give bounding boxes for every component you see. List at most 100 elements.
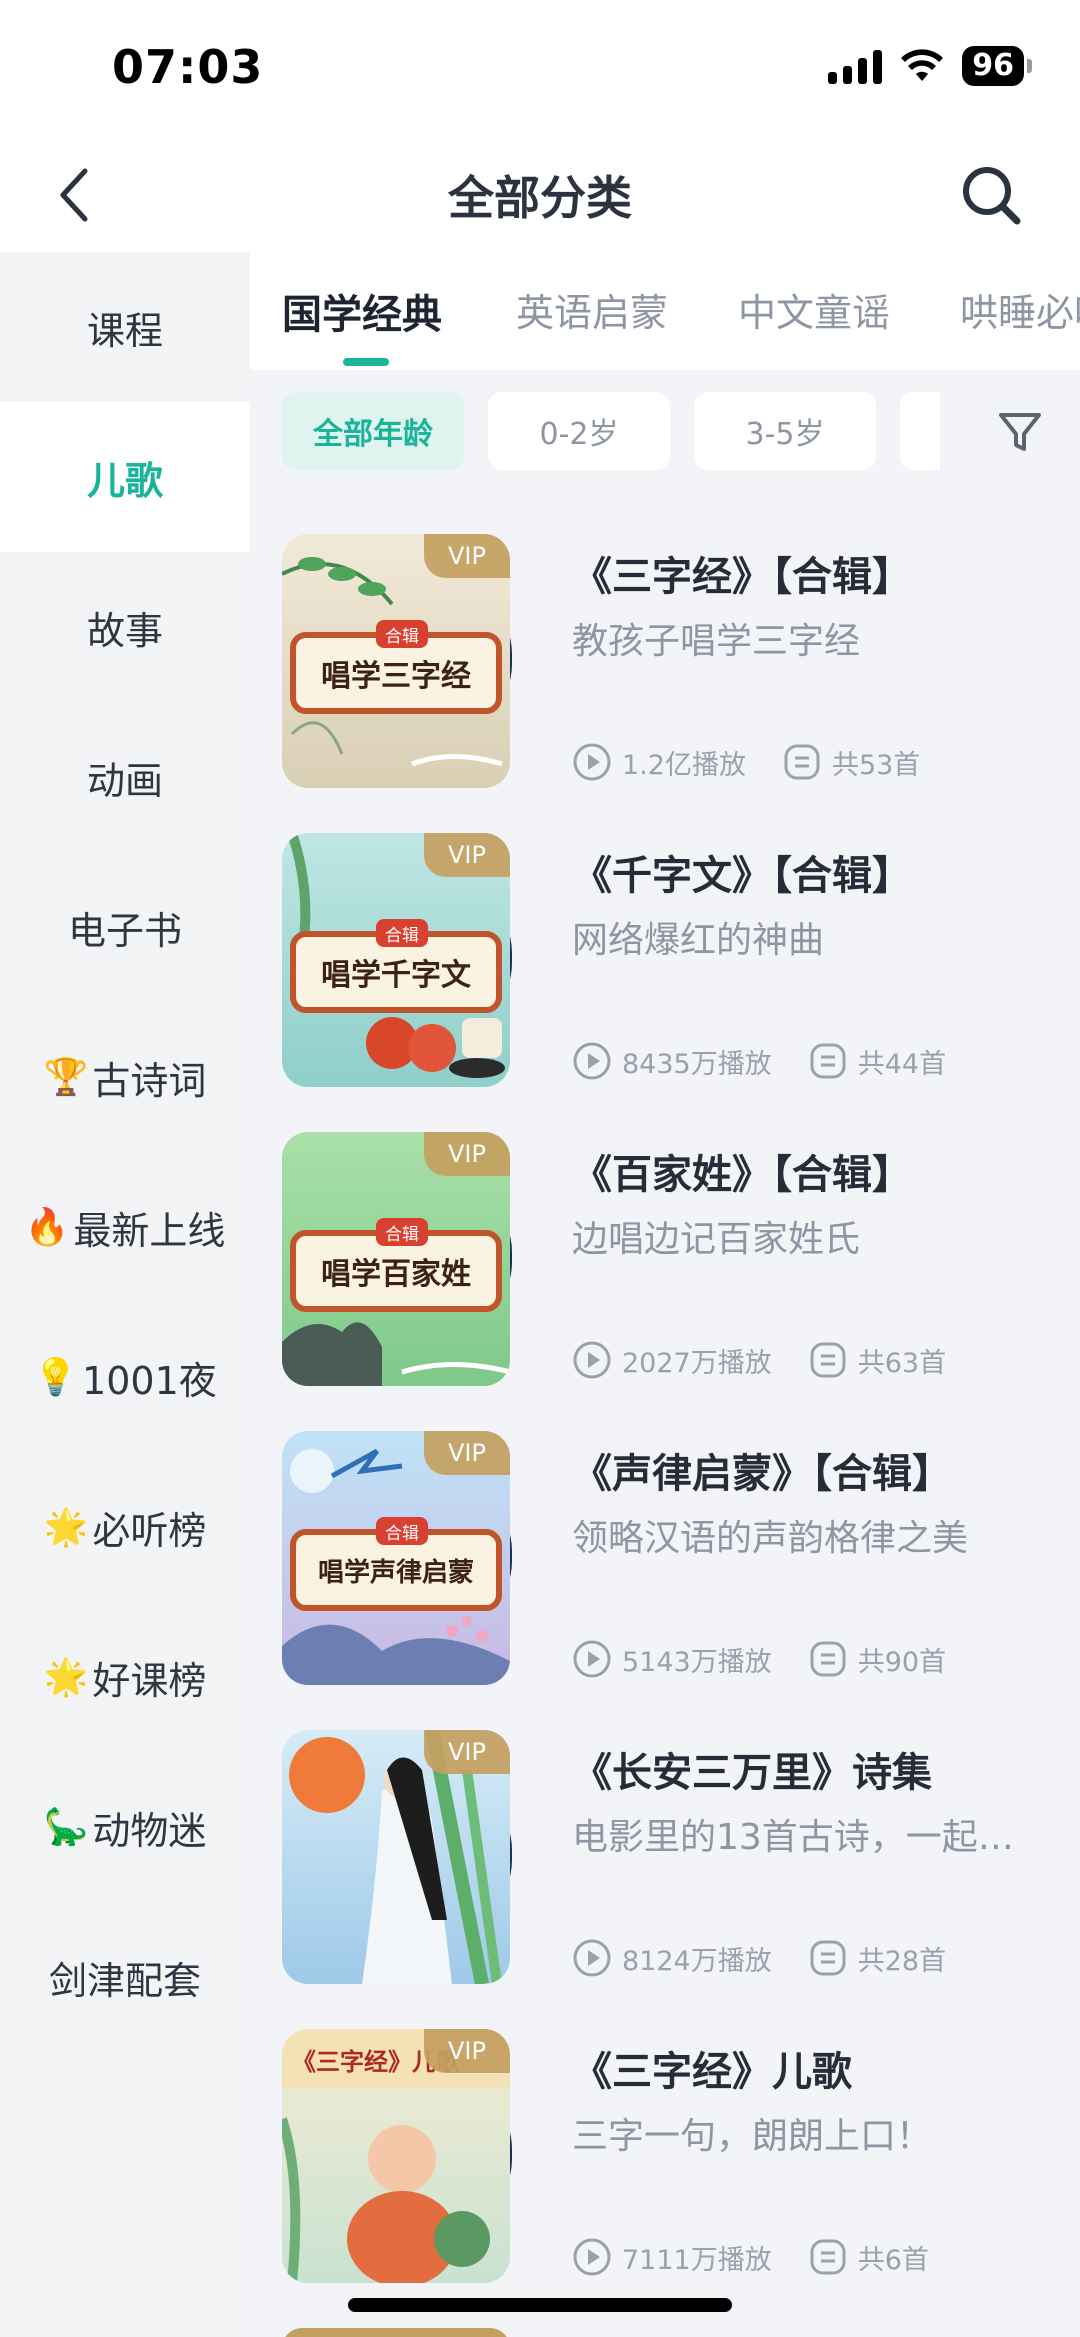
sidebar-item-nursery-rhymes[interactable]: 儿歌	[0, 402, 250, 552]
album-title: 《千字文》【合辑】	[572, 853, 912, 899]
dinosaur-icon: 🦕	[43, 1807, 89, 1848]
sidebar-item-stories[interactable]: 故事	[0, 552, 250, 702]
cover-banner: 合辑 唱学百家姓	[290, 1218, 502, 1312]
album-meta: 8435万播放 共44首	[572, 1041, 946, 1081]
album-cover: 《三字经》儿歌 VIP	[282, 2029, 510, 2283]
play-circle-icon	[572, 2237, 612, 2277]
sidebar-item-animal-fans[interactable]: 🦕 动物迷	[0, 1752, 250, 1902]
play-count: 1.2亿播放	[622, 749, 746, 781]
sidebar-item-classical-poetry[interactable]: 🏆 古诗词	[0, 1002, 250, 1152]
playlist-icon	[808, 2237, 848, 2277]
album-meta: 7111万播放 共6首	[572, 2237, 929, 2277]
album-cover: VIP	[282, 1730, 510, 1984]
cover-banner: 合辑 唱学声律启蒙	[290, 1517, 502, 1611]
playlist-icon	[808, 1639, 848, 1679]
vip-badge: VIP	[424, 1730, 510, 1774]
album-cover: 合辑 唱学声律启蒙 VIP	[282, 1431, 510, 1685]
age-chip-0-2[interactable]: 0-2岁	[488, 392, 670, 470]
age-chip-3-5[interactable]: 3-5岁	[694, 392, 876, 470]
status-bar: 07:03 96	[0, 0, 1080, 140]
play-circle-icon	[572, 1938, 612, 1978]
sidebar-item-ebooks[interactable]: 电子书	[0, 852, 250, 1002]
nav-bar: 全部分类	[0, 140, 1080, 252]
play-circle-icon	[572, 742, 612, 782]
track-count: 共53首	[831, 749, 921, 781]
tab-chinese-rhymes[interactable]: 中文童谣	[738, 282, 890, 337]
album-description: 边唱边记百家姓氏	[572, 1219, 861, 1260]
status-icons: 96	[828, 46, 1032, 86]
album-item[interactable]: VIP 《长安三万里》诗集 电影里的13首古诗，一起学起来 8124万播放 共2…	[282, 1730, 1062, 1990]
playlist-icon	[782, 742, 822, 782]
playlist-icon	[808, 1938, 848, 1978]
tab-chinese-classics[interactable]: 国学经典	[282, 282, 442, 340]
status-time: 07:03	[112, 40, 264, 94]
album-item[interactable]: 合辑 唱学千字文 VIP 《千字文》【合辑】 网络爆红的神曲 8435万播放 共…	[282, 833, 1062, 1093]
album-item[interactable]: 《三字经》儿歌 VIP 《三字经》儿歌 三字一句，朗朗上口！ 7111万播放 共…	[282, 2029, 1062, 2289]
sidebar-item-animation[interactable]: 动画	[0, 702, 250, 852]
wifi-icon	[901, 49, 944, 81]
age-filter-row: 全部年龄 0-2岁 3-5岁 6	[250, 370, 1080, 500]
cover-banner: 合辑 唱学三字经	[290, 620, 502, 714]
category-sidebar: 课程 儿歌 故事 动画 电子书 🏆 古诗词 🔥 最新上线 💡 1001夜 🌟 必听榜 🌟…	[0, 252, 250, 2337]
play-count: 8435万播放	[622, 1048, 772, 1080]
sidebar-item-top-courses[interactable]: 🌟 好课榜	[0, 1602, 250, 1752]
cover-banner: 合辑 唱学千字文	[290, 919, 502, 1013]
play-count: 8124万播放	[622, 1945, 772, 1977]
vip-badge: VIP	[424, 1431, 510, 1475]
album-description: 三字一句，朗朗上口！	[572, 2116, 933, 2157]
play-count: 5143万播放	[622, 1646, 772, 1678]
track-count: 共6首	[857, 2244, 929, 2276]
battery-level: 96	[962, 46, 1024, 86]
search-button[interactable]	[946, 150, 1036, 240]
tab-bedtime[interactable]: 哄睡必听	[960, 282, 1080, 337]
album-description: 电影里的13首古诗，一起学起来	[572, 1817, 1042, 1858]
subcategory-tabs: 国学经典 英语启蒙 中文童谣 哄睡必听	[250, 252, 1080, 370]
age-chip-all[interactable]: 全部年龄	[282, 392, 464, 470]
kids-illustration-icon	[282, 2117, 490, 2283]
sidebar-item-cambridge-companion[interactable]: 剑津配套	[0, 1902, 250, 2052]
star-icon: 🌟	[43, 1657, 89, 1698]
album-cover: 合辑 唱学百家姓 VIP	[282, 1132, 510, 1386]
tab-english-enlightenment[interactable]: 英语启蒙	[516, 282, 668, 337]
cellular-signal-icon	[828, 48, 883, 84]
play-count: 2027万播放	[622, 1347, 772, 1379]
play-circle-icon	[572, 1340, 612, 1380]
album-item[interactable]: 合辑 唱学声律启蒙 VIP 《声律启蒙》【合辑】 领略汉语的声韵格律之美 514…	[282, 1431, 1062, 1691]
album-title: 《长安三万里》诗集	[572, 1750, 932, 1796]
trophy-icon: 🏆	[43, 1057, 89, 1098]
track-count: 共28首	[857, 1945, 947, 1977]
sidebar-item-new-releases[interactable]: 🔥 最新上线	[0, 1152, 250, 1302]
album-title: 《百家姓》【合辑】	[572, 1152, 912, 1198]
active-tab-indicator	[343, 358, 389, 366]
album-meta: 2027万播放 共63首	[572, 1340, 946, 1380]
light-bulb-icon: 💡	[33, 1357, 79, 1398]
sidebar-item-1001-nights[interactable]: 💡 1001夜	[0, 1302, 250, 1452]
album-meta: 1.2亿播放 共53首	[572, 742, 920, 782]
fire-icon: 🔥	[24, 1207, 70, 1248]
sidebar-item-must-listen-chart[interactable]: 🌟 必听榜	[0, 1452, 250, 1602]
album-item[interactable]: 合辑 唱学百家姓 VIP 《百家姓》【合辑】 边唱边记百家姓氏 2027万播放 …	[282, 1132, 1062, 1392]
album-title: 《声律启蒙》【合辑】	[572, 1451, 952, 1497]
album-title: 《三字经》【合辑】	[572, 554, 912, 600]
next-album-cover-peek	[282, 2328, 510, 2337]
album-meta: 8124万播放 共28首	[572, 1938, 946, 1978]
search-icon	[963, 167, 1021, 225]
sidebar-item-course[interactable]: 课程	[0, 252, 250, 402]
filter-icon	[999, 413, 1041, 451]
filter-button[interactable]	[990, 402, 1050, 462]
album-description: 领略汉语的声韵格律之美	[572, 1518, 969, 1559]
home-indicator[interactable]	[348, 2298, 732, 2312]
album-description: 教孩子唱学三字经	[572, 621, 861, 662]
track-count: 共44首	[857, 1048, 947, 1080]
battery-icon: 96	[962, 46, 1032, 86]
album-item[interactable]: 合辑 唱学三字经 VIP 《三字经》【合辑】 教孩子唱学三字经 1.2亿播放 共…	[282, 534, 1062, 794]
vip-badge: VIP	[424, 833, 510, 877]
album-meta: 5143万播放 共90首	[572, 1639, 946, 1679]
vip-badge: VIP	[424, 2029, 510, 2073]
album-title: 《三字经》儿歌	[572, 2049, 852, 2095]
track-count: 共63首	[857, 1347, 947, 1379]
play-circle-icon	[572, 1639, 612, 1679]
page-title: 全部分类	[448, 171, 632, 225]
playlist-icon	[808, 1041, 848, 1081]
vip-badge: VIP	[424, 534, 510, 578]
